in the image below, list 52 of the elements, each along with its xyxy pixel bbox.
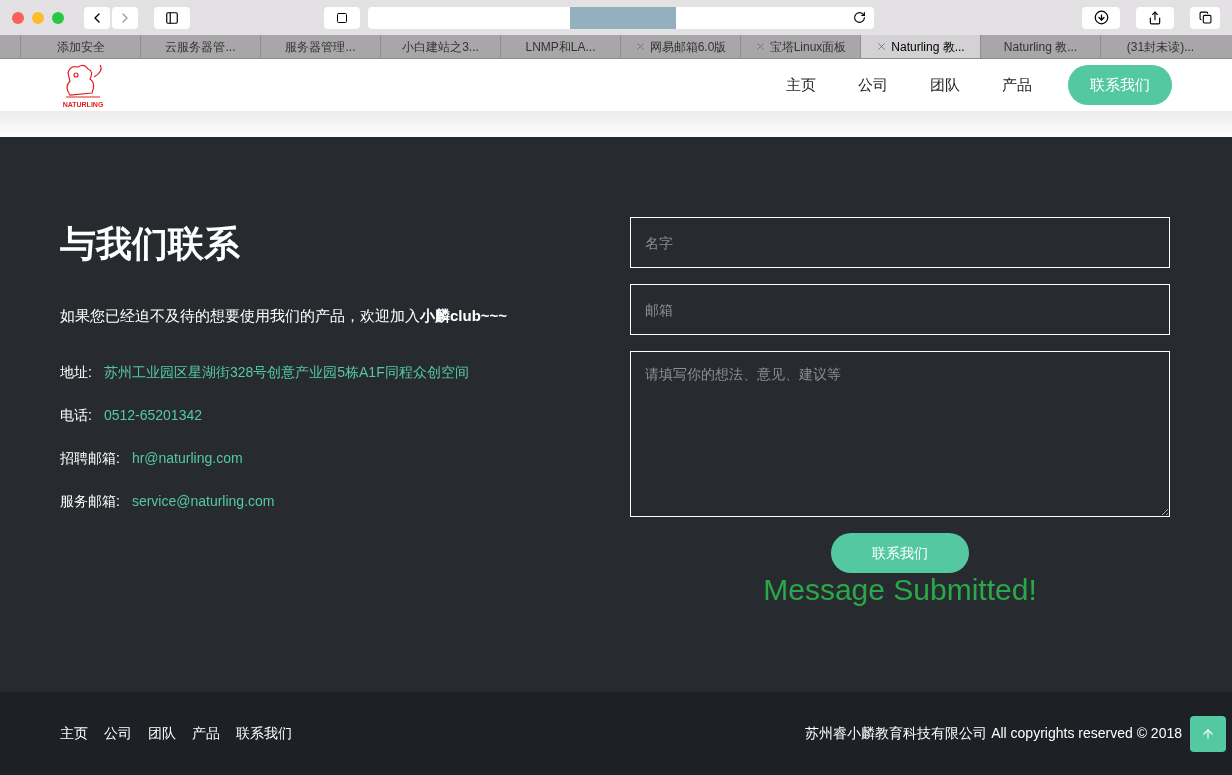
browser-tab[interactable]: Naturling 教... [860, 35, 980, 58]
browser-tab[interactable]: (31封未读)... [1100, 35, 1220, 58]
address-field[interactable] [368, 6, 874, 29]
name-field[interactable]: 名字 [630, 217, 1170, 268]
close-window-button[interactable] [12, 11, 24, 24]
close-tab-icon[interactable] [876, 41, 888, 52]
footer-link[interactable]: 联系我们 [236, 723, 292, 744]
browser-tab[interactable]: 添加安全 [20, 35, 140, 58]
arrow-up-icon [1201, 726, 1215, 741]
status-message: Message Submitted! [763, 575, 1037, 605]
nav-link[interactable]: 主页 [780, 73, 822, 97]
browser-tab[interactable]: 云服务器管... [140, 35, 260, 58]
footer-link[interactable]: 公司 [104, 723, 132, 744]
browser-tab[interactable]: Naturling 教... [980, 35, 1100, 58]
email-field[interactable]: 邮箱 [630, 284, 1170, 335]
scroll-top-button[interactable] [1190, 715, 1226, 752]
nav-link[interactable]: 公司 [852, 73, 894, 97]
browser-tab[interactable]: 小白建站之3... [380, 35, 500, 58]
detail-label: 招聘邮箱: [60, 448, 120, 468]
browser-tab[interactable]: 网易邮箱6.0版 [620, 35, 740, 58]
detail-label: 地址: [60, 362, 92, 382]
intro-text: 如果您已经迫不及待的想要使用我们的产品，欢迎加入小麟club~~~ [60, 306, 509, 326]
reload-icon[interactable] [853, 11, 866, 24]
contact-title: 与我们联系 [60, 222, 241, 266]
footer-link[interactable]: 主页 [60, 723, 88, 744]
footer-link[interactable]: 团队 [148, 723, 176, 744]
nav-link[interactable]: 产品 [996, 73, 1038, 97]
nav-link[interactable]: 团队 [924, 73, 966, 97]
browser-tab[interactable]: LNMP和LA... [500, 35, 620, 58]
close-tab-icon[interactable] [634, 41, 646, 52]
detail-label: 服务邮箱: [60, 491, 120, 511]
square-icon [336, 11, 348, 24]
sidebar-icon [165, 10, 179, 25]
detail-value[interactable]: service@naturling.com [131, 490, 275, 512]
share-icon [1148, 10, 1162, 25]
browser-tab[interactable]: 服务器管理... [260, 35, 380, 58]
close-tab-icon[interactable] [754, 41, 766, 52]
tabs-icon [1198, 11, 1212, 24]
message-field[interactable]: 请填写你的想法、意见、建议等 [630, 351, 1170, 517]
back-button[interactable] [84, 6, 110, 29]
copyright-text: 苏州睿小麟教育科技有限公司 All copyrights reserved © 2018 [805, 724, 1182, 743]
detail-value[interactable]: hr@naturling.com [131, 447, 243, 469]
footer-link[interactable]: 产品 [192, 723, 220, 744]
download-icon [1093, 10, 1109, 25]
download-button[interactable] [1082, 6, 1120, 29]
detail-value[interactable]: 0512-65201342 [103, 404, 202, 426]
share-button[interactable] [1136, 6, 1174, 29]
tabs-overview-button[interactable] [1190, 6, 1220, 29]
sidebar-button[interactable] [154, 6, 190, 29]
detail-label: 电话: [60, 405, 92, 425]
detail-value[interactable]: 苏州工业园区星湖街328号创意产业园5栋A1F同程众创空间 [103, 361, 469, 383]
reader-button[interactable] [324, 6, 360, 29]
